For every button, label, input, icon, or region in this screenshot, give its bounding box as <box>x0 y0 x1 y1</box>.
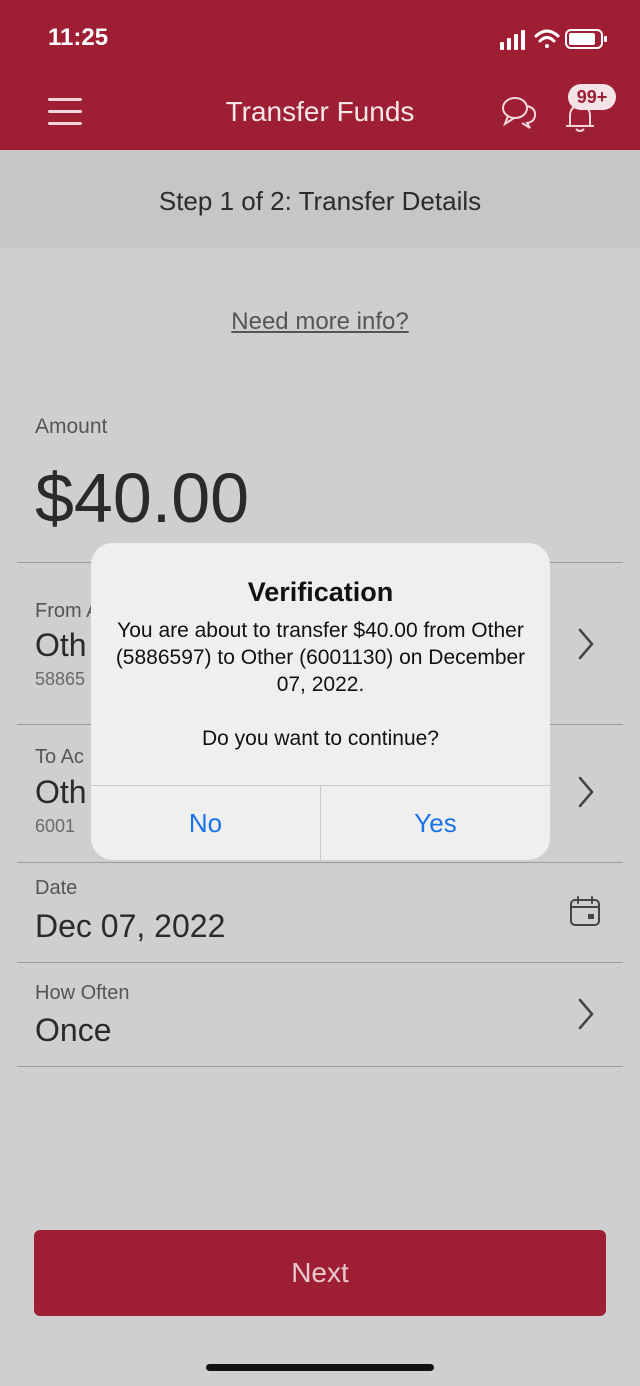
date-row[interactable]: Date Dec 07, 2022 <box>17 862 623 963</box>
how-often-label: How Often <box>35 982 130 1004</box>
to-account-value: Oth <box>35 774 87 810</box>
verification-dialog: Verification You are about to transfer $… <box>91 543 550 860</box>
notifications-button[interactable]: 99+ <box>558 84 628 134</box>
home-indicator[interactable] <box>206 1364 434 1371</box>
chevron-right-icon <box>578 776 594 808</box>
app-header: 11:25 Transfer Funds 99+ <box>0 0 640 150</box>
need-more-info-link[interactable]: Need more info? <box>0 308 640 336</box>
yes-button[interactable]: Yes <box>321 786 550 860</box>
to-account-number: 6001 <box>35 816 76 836</box>
from-account-label: From A <box>35 600 100 622</box>
amount-label: Amount <box>35 415 108 438</box>
page-title: Transfer Funds <box>225 96 415 127</box>
amount-value[interactable]: $40.00 <box>35 458 249 538</box>
dialog-title: Verification <box>247 577 394 607</box>
battery-icon <box>565 29 607 49</box>
status-time: 11:25 <box>48 24 109 51</box>
chevron-right-icon <box>578 628 594 660</box>
dialog-actions: No Yes <box>91 785 550 860</box>
dialog-question: Do you want to continue? <box>202 727 439 750</box>
calendar-icon[interactable] <box>569 895 601 927</box>
date-value: Dec 07, 2022 <box>35 908 226 944</box>
dialog-message-text: You are about to transfer $40.00 from Ot… <box>115 619 526 696</box>
chat-icon[interactable] <box>500 94 538 135</box>
wifi-icon <box>534 29 560 48</box>
no-button[interactable]: No <box>91 786 320 860</box>
step-indicator: Step 1 of 2: Transfer Details <box>0 150 640 248</box>
signal-icon <box>500 30 525 50</box>
step-text: Step 1 of 2: Transfer Details <box>158 186 482 216</box>
to-account-label: To Ac <box>35 746 84 768</box>
date-label: Date <box>35 877 78 899</box>
chevron-right-icon <box>578 998 594 1030</box>
status-icons <box>500 26 610 52</box>
divider <box>17 1066 623 1067</box>
how-often-value: Once <box>35 1012 112 1048</box>
from-account-number: 58865 <box>35 669 86 689</box>
how-often-row[interactable]: How Often Once <box>17 962 623 1067</box>
notification-badge: 99+ <box>568 84 616 110</box>
next-button[interactable]: Next <box>34 1230 606 1316</box>
from-account-value: Oth <box>35 627 87 663</box>
dialog-message: You are about to transfer $40.00 from Ot… <box>111 617 530 752</box>
